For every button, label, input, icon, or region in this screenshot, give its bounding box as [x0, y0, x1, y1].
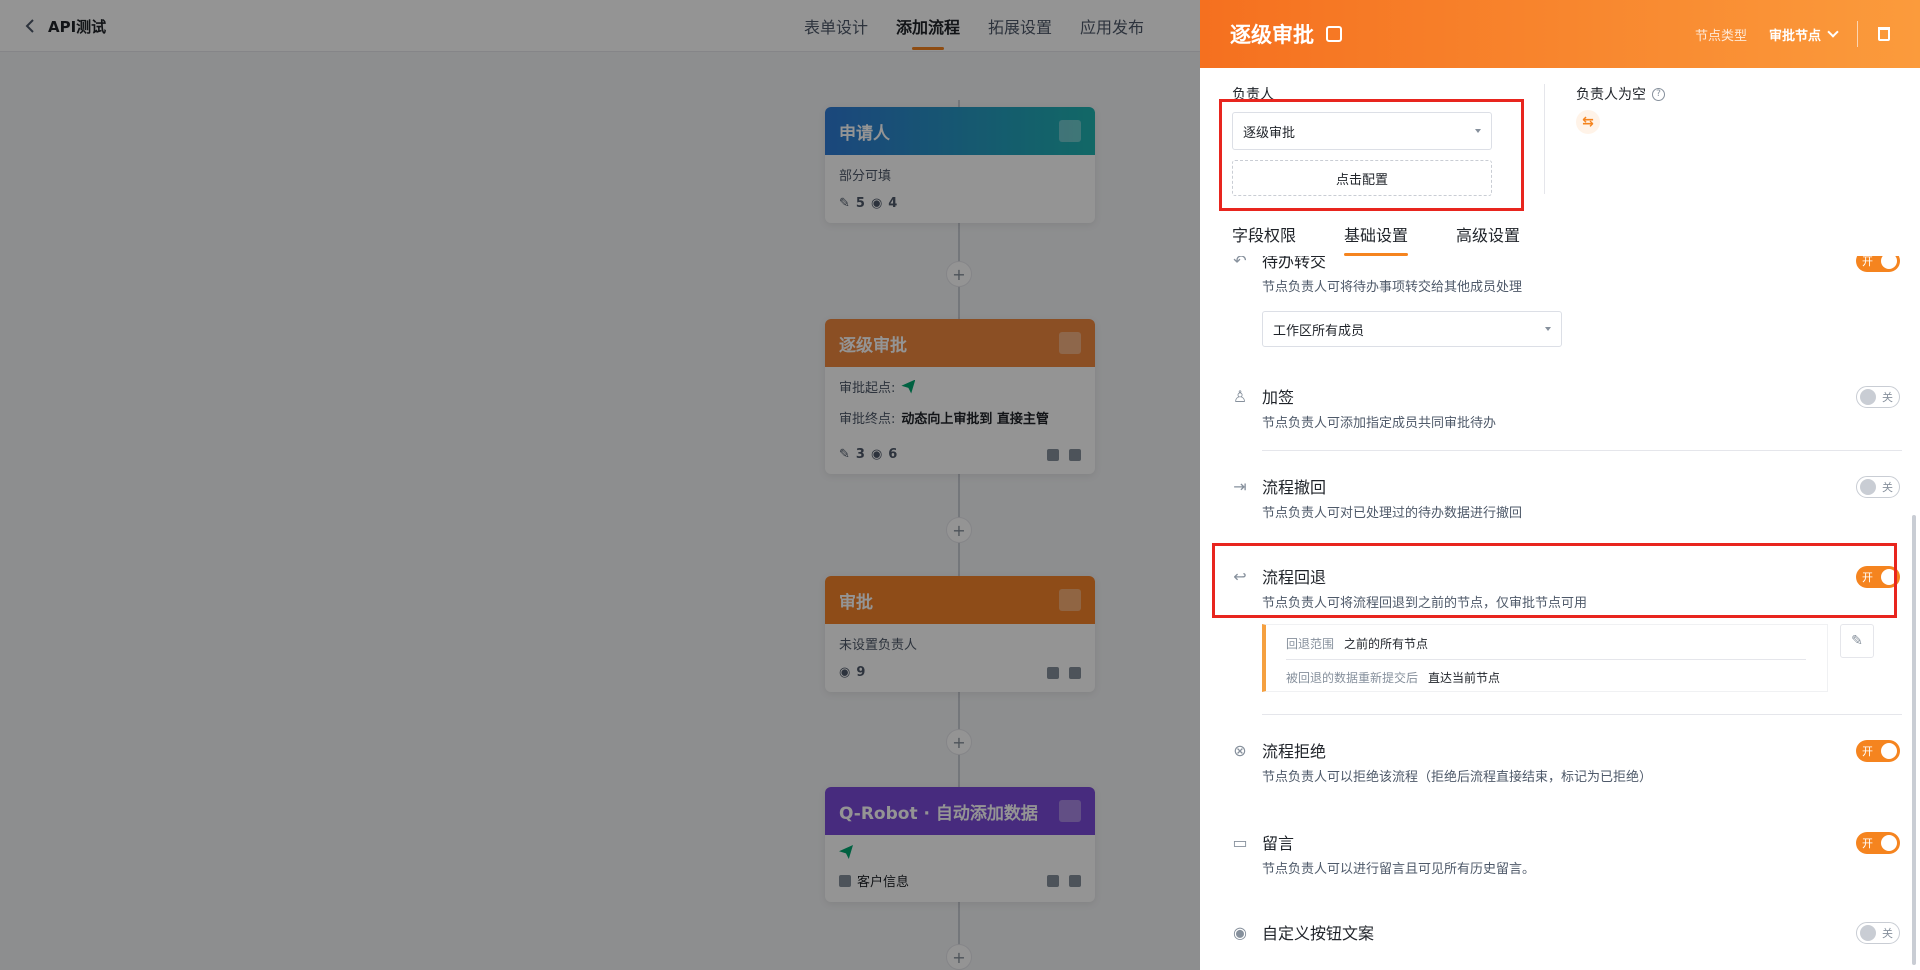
reject-toggle[interactable]: 开	[1856, 740, 1900, 762]
custom-button-toggle[interactable]: 关	[1856, 922, 1900, 944]
divider	[1286, 659, 1806, 660]
setting-title: 流程拒绝	[1262, 742, 1327, 761]
range-value: 之前的所有节点	[1344, 637, 1429, 651]
divider	[1262, 714, 1902, 715]
scrollbar[interactable]	[1912, 515, 1916, 965]
swap-icon[interactable]: ⇆	[1576, 110, 1600, 134]
panel-header: 逐级审批 节点类型 审批节点	[1200, 0, 1920, 68]
transfer-toggle[interactable]: 开	[1856, 256, 1900, 272]
empty-owner-text: 负责人为空	[1576, 87, 1646, 103]
setting-title: 自定义按钮文案	[1262, 924, 1375, 943]
highlight-box	[1219, 99, 1524, 211]
setting-title: 加签	[1262, 388, 1295, 407]
divider	[1262, 450, 1902, 451]
empty-owner-label: 负责人为空 ?	[1576, 84, 1665, 104]
rollback-detail-card: 回退范围 之前的所有节点 被回退的数据重新提交后 直达当前节点	[1262, 624, 1828, 692]
chevron-down-icon	[1827, 26, 1839, 38]
setting-title: 流程撤回	[1262, 478, 1327, 497]
tab-field-permission[interactable]: 字段权限	[1232, 222, 1296, 256]
pencil-icon: ✎	[1851, 633, 1863, 649]
rollback-range-row: 回退范围 之前的所有节点	[1286, 635, 1428, 652]
trash-icon[interactable]	[1878, 27, 1890, 41]
resubmit-value: 直达当前节点	[1428, 671, 1501, 685]
header-divider	[1857, 21, 1858, 47]
setting-countersign: ♙ 加签 节点负责人可添加指定成员共同审批待办 关	[1230, 384, 1900, 434]
close-circle-icon: ⊗	[1233, 740, 1247, 760]
node-type-dropdown[interactable]: 审批节点	[1768, 25, 1839, 44]
setting-desc: 节点负责人可以拒绝该流程（拒绝后流程直接结束，标记为已拒绝）	[1262, 770, 1653, 785]
setting-desc: 节点负责人可添加指定成员共同审批待办	[1262, 416, 1497, 431]
setting-desc: 节点负责人可以进行留言且可见所有历史留言。	[1262, 862, 1536, 877]
resubmit-label: 被回退的数据重新提交后	[1286, 671, 1419, 685]
exit-icon: ⇥	[1233, 476, 1247, 496]
radio-icon: ◉	[1233, 922, 1247, 942]
tab-advanced-settings[interactable]: 高级设置	[1456, 222, 1520, 256]
help-icon[interactable]: ?	[1652, 87, 1665, 101]
edit-icon[interactable]	[1326, 26, 1342, 42]
setting-comment: ▭ 留言 节点负责人可以进行留言且可见所有历史留言。 开	[1230, 830, 1900, 880]
comment-toggle[interactable]: 开	[1856, 832, 1900, 854]
node-type-value: 审批节点	[1768, 28, 1821, 44]
modal-overlay[interactable]	[0, 0, 1200, 970]
rollback-resubmit-row: 被回退的数据重新提交后 直达当前节点	[1286, 669, 1500, 686]
setting-custom-button-text: ◉ 自定义按钮文案 关	[1230, 920, 1900, 960]
setting-desc: 节点负责人可对已处理过的待办数据进行撤回	[1262, 506, 1523, 521]
setting-title: 留言	[1262, 834, 1295, 853]
panel-title: 逐级审批	[1230, 23, 1314, 47]
withdraw-toggle[interactable]: 关	[1856, 476, 1900, 498]
transfer-scope-select[interactable]: 工作区所有成员	[1262, 311, 1562, 347]
add-user-icon: ♙	[1232, 386, 1248, 406]
transfer-scope-value: 工作区所有成员	[1273, 323, 1365, 339]
countersign-toggle[interactable]: 关	[1856, 386, 1900, 408]
section-divider	[1544, 84, 1545, 194]
node-type-label: 节点类型	[1694, 28, 1747, 44]
setting-title: 待办转交	[1262, 256, 1327, 271]
transfer-icon: ↶	[1233, 256, 1247, 270]
highlight-box	[1212, 543, 1897, 618]
setting-desc: 节点负责人可将待办事项转交给其他成员处理	[1262, 280, 1523, 295]
caret-down-icon	[1545, 327, 1551, 331]
settings-tabs: 字段权限 基础设置 高级设置	[1232, 222, 1520, 256]
range-label: 回退范围	[1286, 637, 1335, 651]
setting-withdraw: ⇥ 流程撤回 节点负责人可对已处理过的待办数据进行撤回 关	[1230, 474, 1900, 524]
rollback-edit-button[interactable]: ✎	[1840, 624, 1874, 658]
setting-reject: ⊗ 流程拒绝 节点负责人可以拒绝该流程（拒绝后流程直接结束，标记为已拒绝） 开	[1230, 738, 1900, 788]
comment-icon: ▭	[1232, 832, 1248, 852]
tab-basic-settings[interactable]: 基础设置	[1344, 222, 1409, 256]
